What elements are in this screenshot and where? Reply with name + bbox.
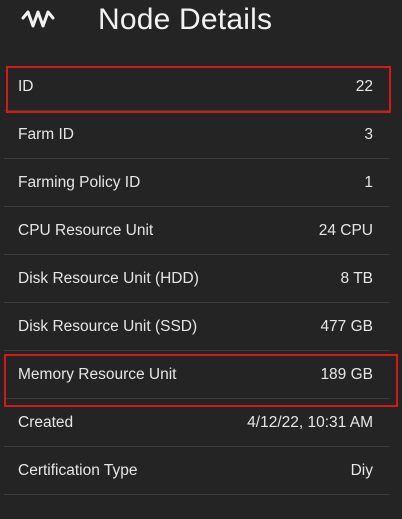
detail-value: 24 CPU [318, 222, 373, 239]
detail-value: 22 [355, 78, 373, 95]
detail-label: Farming Policy ID [18, 174, 141, 191]
threefold-logo-icon [20, 5, 56, 35]
detail-row-certification-type: Certification Type Diy [4, 447, 390, 495]
detail-row-farm-id: Farm ID 3 [4, 111, 390, 159]
detail-value: Diy [350, 462, 373, 479]
detail-value: 477 GB [320, 318, 373, 335]
panel-header: Node Details [0, 0, 402, 44]
detail-row-memory-resource-unit: Memory Resource Unit 189 GB [4, 351, 390, 399]
detail-label: Memory Resource Unit [18, 366, 177, 383]
detail-row-disk-ssd: Disk Resource Unit (SSD) 477 GB [4, 303, 390, 351]
page-title: Node Details [98, 3, 273, 36]
detail-row-farming-policy-id: Farming Policy ID 1 [4, 159, 390, 207]
detail-row-id: ID 22 [4, 63, 390, 111]
detail-row-cpu-resource-unit: CPU Resource Unit 24 CPU [4, 207, 390, 255]
detail-value: 8 TB [340, 270, 373, 287]
detail-label: CPU Resource Unit [18, 222, 154, 239]
detail-row-disk-hdd: Disk Resource Unit (HDD) 8 TB [4, 255, 390, 303]
detail-value: 4/12/22, 10:31 AM [247, 414, 373, 431]
detail-label: Certification Type [18, 462, 138, 479]
detail-value: 3 [364, 126, 373, 143]
detail-label: Farm ID [18, 126, 74, 143]
detail-label: Disk Resource Unit (HDD) [18, 270, 199, 287]
detail-value: 189 GB [320, 366, 373, 383]
detail-row-created: Created 4/12/22, 10:31 AM [4, 399, 390, 447]
detail-value: 1 [364, 174, 373, 191]
detail-label: Disk Resource Unit (SSD) [18, 318, 198, 335]
detail-label: Created [18, 414, 74, 431]
detail-label: ID [18, 78, 34, 95]
node-details-list: ID 22 Farm ID 3 Farming Policy ID 1 CPU … [4, 63, 390, 495]
